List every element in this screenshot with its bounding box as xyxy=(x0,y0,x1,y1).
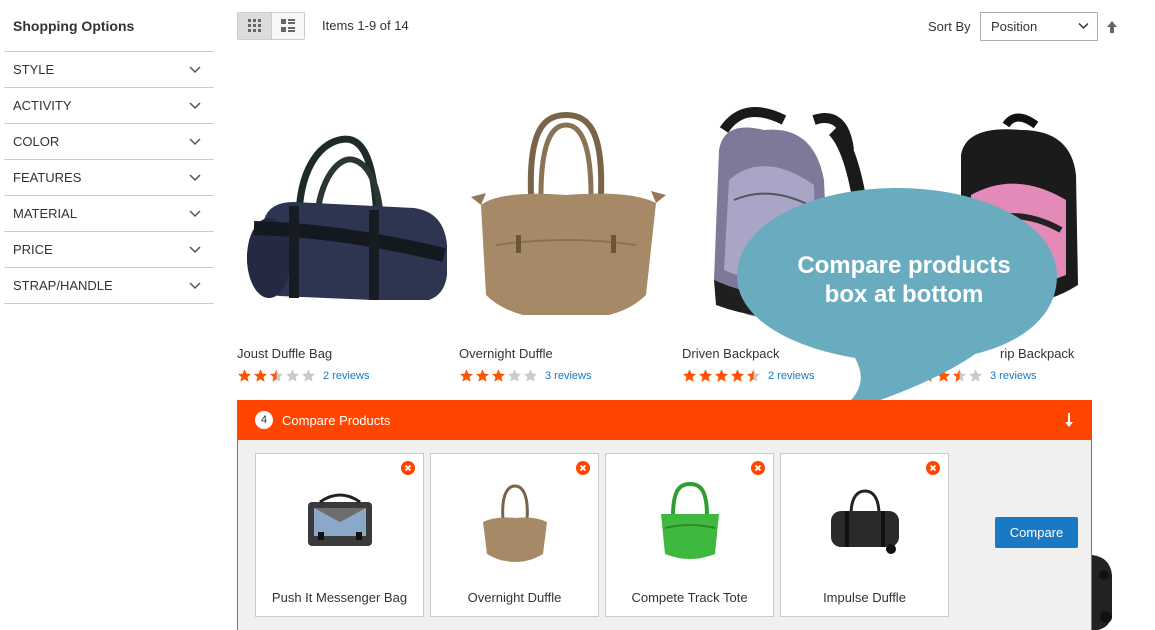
compare-item-name[interactable]: Impulse Duffle xyxy=(781,590,948,605)
filter-color[interactable]: COLOR xyxy=(4,124,214,160)
grid-icon xyxy=(247,19,261,32)
star-empty-icon xyxy=(523,369,538,382)
chevron-down-icon xyxy=(188,207,202,221)
product-item[interactable]: Joust Duffle Bag 2 reviews xyxy=(237,72,451,382)
products-toolbar: Items 1-9 of 14 Sort By Position xyxy=(237,12,1127,41)
compare-item: Impulse Duffle xyxy=(780,453,949,617)
compare-item-image[interactable] xyxy=(606,474,773,569)
compare-item-name[interactable]: Compete Track Tote xyxy=(606,590,773,605)
star-full-icon xyxy=(237,369,252,382)
filter-style[interactable]: STYLE xyxy=(4,52,214,88)
filter-label: PRICE xyxy=(13,242,53,257)
filter-features[interactable]: FEATURES xyxy=(4,160,214,196)
filter-strap-handle[interactable]: STRAP/HANDLE xyxy=(4,268,214,304)
product-rating: 3 reviews xyxy=(459,368,591,383)
compare-products-header[interactable]: 4 Compare Products xyxy=(237,400,1092,440)
grid-view-button[interactable] xyxy=(238,13,271,39)
compare-button[interactable]: Compare xyxy=(995,517,1078,548)
star-full-icon xyxy=(475,369,490,382)
sidebar-title: Shopping Options xyxy=(4,0,214,52)
callout-line-2: box at bottom xyxy=(824,281,984,308)
star-full-icon xyxy=(459,369,474,382)
chevron-down-icon xyxy=(188,171,202,185)
rating-stars xyxy=(237,368,316,383)
sort-by-label: Sort By xyxy=(928,19,971,34)
product-item[interactable]: Overnight Duffle 3 reviews xyxy=(459,72,673,382)
compare-item-image[interactable] xyxy=(431,474,598,569)
compare-item-name[interactable]: Push It Messenger Bag xyxy=(256,590,423,605)
compare-products-panel: Push It Messenger Bag Overnight Duffle C… xyxy=(237,440,1092,630)
reviews-link[interactable]: 2 reviews xyxy=(323,370,369,382)
product-name[interactable]: Overnight Duffle xyxy=(459,346,553,361)
chevron-down-icon xyxy=(188,243,202,257)
product-rating: 2 reviews xyxy=(237,368,369,383)
star-empty-icon xyxy=(301,369,316,382)
filter-activity[interactable]: ACTIVITY xyxy=(4,88,214,124)
sort-by-select[interactable]: Position xyxy=(980,12,1098,41)
rating-stars xyxy=(459,368,538,383)
star-full-icon xyxy=(253,369,268,382)
compare-count-badge: 4 xyxy=(255,411,273,429)
list-view-button[interactable] xyxy=(271,13,304,39)
star-empty-icon xyxy=(285,369,300,382)
compare-item: Push It Messenger Bag xyxy=(255,453,424,617)
view-mode-switcher xyxy=(237,12,305,40)
product-name[interactable]: Joust Duffle Bag xyxy=(237,346,332,361)
filter-label: COLOR xyxy=(13,134,60,149)
remove-icon[interactable] xyxy=(926,461,940,475)
arrow-down-icon[interactable] xyxy=(1063,412,1075,428)
compare-item-image[interactable] xyxy=(781,474,948,569)
chevron-down-icon xyxy=(188,135,202,149)
compare-item: Compete Track Tote xyxy=(605,453,774,617)
list-icon xyxy=(281,19,295,32)
filter-label: STYLE xyxy=(13,62,55,77)
filter-material[interactable]: MATERIAL xyxy=(4,196,214,232)
remove-icon[interactable] xyxy=(751,461,765,475)
remove-icon[interactable] xyxy=(401,461,415,475)
compare-item-image[interactable] xyxy=(256,474,423,569)
compare-item-name[interactable]: Overnight Duffle xyxy=(431,590,598,605)
chevron-down-icon xyxy=(1078,22,1089,30)
compare-item: Overnight Duffle xyxy=(430,453,599,617)
callout-line-1: Compare products xyxy=(797,252,1011,279)
filter-price[interactable]: PRICE xyxy=(4,232,214,268)
sort-direction-arrow-up-icon[interactable] xyxy=(1105,20,1119,34)
compare-products-title: Compare Products xyxy=(282,412,391,428)
filter-label: ACTIVITY xyxy=(13,98,72,113)
chevron-down-icon xyxy=(188,279,202,293)
chevron-down-icon xyxy=(188,99,202,113)
filter-label: MATERIAL xyxy=(13,206,78,221)
sort-by-value: Position xyxy=(991,19,1038,34)
partial-product-image xyxy=(1092,555,1112,630)
star-half-icon xyxy=(269,369,284,382)
items-amount: Items 1-9 of 14 xyxy=(322,18,409,33)
star-full-icon xyxy=(698,369,713,382)
callout-text: Compare products box at bottom xyxy=(748,251,1060,309)
filter-label: FEATURES xyxy=(13,170,82,185)
star-full-icon xyxy=(714,369,729,382)
product-image[interactable] xyxy=(459,72,673,337)
reviews-link[interactable]: 3 reviews xyxy=(545,370,591,382)
star-empty-icon xyxy=(507,369,522,382)
star-full-icon xyxy=(682,369,697,382)
chevron-down-icon xyxy=(188,63,202,77)
star-full-icon xyxy=(491,369,506,382)
filter-label: STRAP/HANDLE xyxy=(13,278,113,293)
product-image[interactable] xyxy=(237,72,451,337)
remove-icon[interactable] xyxy=(576,461,590,475)
filter-sidebar: Shopping Options STYLE ACTIVITY COLOR FE… xyxy=(4,0,214,304)
